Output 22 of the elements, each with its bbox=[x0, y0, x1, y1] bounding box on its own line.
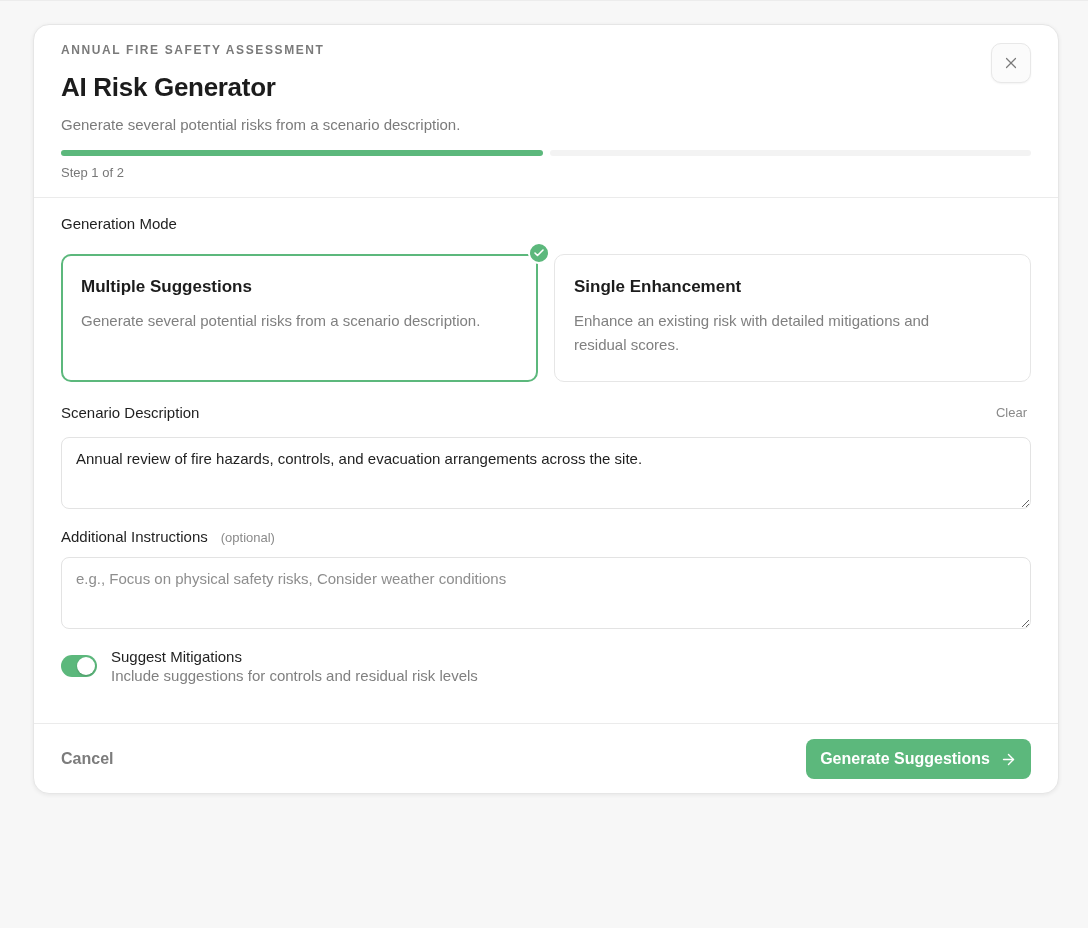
mode-option-description: Generate several potential risks from a scenario description. bbox=[81, 311, 482, 331]
field-label: Scenario Description bbox=[61, 403, 200, 423]
dialog-title: AI Risk Generator bbox=[61, 71, 277, 103]
toggle-description: Include suggestions for controls and residual risk levels bbox=[111, 666, 478, 685]
clear-button[interactable]: Clear bbox=[989, 399, 1031, 427]
optional-note: (optional) bbox=[220, 529, 275, 547]
step-caption: Step 1 of 2 bbox=[61, 164, 125, 182]
cancel-button[interactable]: Cancel bbox=[61, 742, 114, 776]
text-area-field[interactable]: e.g., Focus on physical safety risks, Consider weather conditions bbox=[61, 557, 1031, 629]
mode-option-card[interactable]: Single Enhancement Enhance an existing risk with detailed mitigations and residual scores. bbox=[554, 254, 1031, 382]
section-label: Generation Mode bbox=[61, 214, 178, 234]
mode-option-title: Single Enhancement bbox=[574, 276, 743, 298]
dialog-subtitle: Generate several potential risks from a scenario description. bbox=[61, 115, 461, 135]
eyebrow-label: ANNUAL FIRE SAFETY ASSESSMENT bbox=[61, 42, 326, 58]
close-button[interactable] bbox=[991, 43, 1031, 83]
text-area-field[interactable]: Annual review of fire hazards, controls, and evacuation arrangements across the site. bbox=[61, 437, 1031, 509]
toggle-switch[interactable] bbox=[61, 655, 97, 677]
mode-option-title: Multiple Suggestions bbox=[81, 276, 253, 298]
field-label: Additional Instructions bbox=[61, 527, 208, 547]
toggle-label: Suggest Mitigations bbox=[111, 647, 243, 666]
mode-option-card[interactable]: Multiple Suggestions Generate several potential risks from a scenario description. bbox=[61, 254, 538, 382]
mode-option-description: Enhance an existing risk with detailed mitigations and residual scores. bbox=[574, 311, 931, 355]
